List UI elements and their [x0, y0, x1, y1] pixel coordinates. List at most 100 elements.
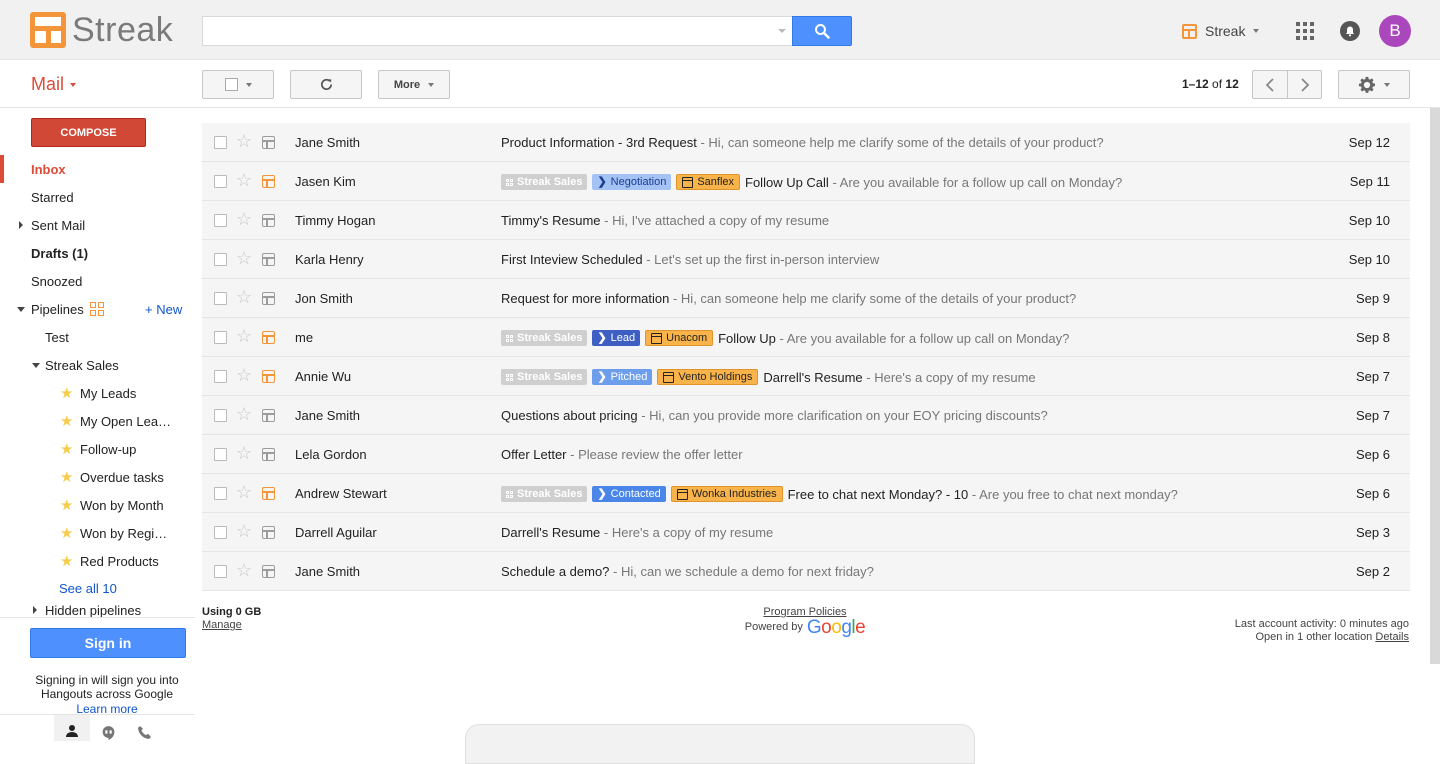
- table-row[interactable]: ☆ Lela Gordon Offer Letter - Please review…: [202, 435, 1410, 474]
- streak-logo[interactable]: Streak: [30, 11, 173, 49]
- streak-box-icon[interactable]: [262, 526, 275, 539]
- more-button[interactable]: More: [378, 70, 450, 99]
- box-chip[interactable]: Wonka Industries: [670, 486, 783, 502]
- details-link[interactable]: Details: [1375, 631, 1409, 643]
- sidebar-item-inbox[interactable]: Inbox: [0, 155, 195, 183]
- table-row[interactable]: ☆ me Streak Sales ❯ Lead Unacom Follow Up - Ar…: [202, 318, 1410, 357]
- stage-chip[interactable]: ❯ Lead: [592, 330, 641, 346]
- table-row[interactable]: ☆ Jon Smith Request for more information -…: [202, 279, 1410, 318]
- box-chip[interactable]: Vento Holdings: [657, 369, 759, 385]
- star-icon[interactable]: ☆: [236, 210, 252, 228]
- streak-box-icon[interactable]: [262, 136, 275, 149]
- settings-button[interactable]: [1338, 70, 1410, 99]
- search-options-caret-icon[interactable]: [778, 29, 786, 33]
- sidebar-item-drafts[interactable]: Drafts (1): [0, 239, 195, 267]
- sidebar-item-snoozed[interactable]: Snoozed: [0, 267, 195, 295]
- sidebar-item-starred[interactable]: Starred: [0, 183, 195, 211]
- search-input[interactable]: [203, 17, 792, 45]
- search-button[interactable]: [792, 16, 852, 46]
- scrollbar[interactable]: [1430, 108, 1440, 664]
- star-icon[interactable]: ☆: [236, 366, 252, 384]
- star-icon[interactable]: ☆: [236, 405, 252, 423]
- phone-tab[interactable]: [126, 715, 162, 741]
- star-icon[interactable]: ☆: [236, 522, 252, 540]
- pipeline-chip[interactable]: Streak Sales: [501, 369, 588, 385]
- older-button[interactable]: [1287, 70, 1322, 99]
- row-checkbox[interactable]: [214, 565, 227, 578]
- sidebar-item-sent-mail[interactable]: Sent Mail: [0, 211, 195, 239]
- refresh-button[interactable]: [290, 70, 362, 99]
- sidebar-item-pipeline-streak-sales[interactable]: Streak Sales: [0, 351, 195, 379]
- sidebar-item-pipeline-test[interactable]: Test: [0, 323, 195, 351]
- row-checkbox[interactable]: [214, 175, 227, 188]
- streak-box-icon[interactable]: [262, 175, 275, 188]
- row-checkbox[interactable]: [214, 292, 227, 305]
- streak-box-icon[interactable]: [262, 331, 275, 344]
- saved-view-item[interactable]: ★ Won by Month: [0, 491, 195, 519]
- table-row[interactable]: ☆ Jane Smith Schedule a demo? - Hi, can we…: [202, 552, 1410, 591]
- select-all-button[interactable]: [202, 70, 274, 99]
- row-checkbox[interactable]: [214, 370, 227, 383]
- chat-dock[interactable]: [465, 724, 975, 764]
- pipeline-chip[interactable]: Streak Sales: [501, 486, 588, 502]
- streak-box-icon[interactable]: [262, 487, 275, 500]
- streak-box-icon[interactable]: [262, 409, 275, 422]
- contacts-tab[interactable]: [54, 715, 90, 741]
- table-row[interactable]: ☆ Timmy Hogan Timmy's Resume - Hi, I've at…: [202, 201, 1410, 240]
- stage-chip[interactable]: ❯ Contacted: [592, 486, 666, 502]
- streak-box-icon[interactable]: [262, 370, 275, 383]
- pipeline-chip[interactable]: Streak Sales: [501, 330, 588, 346]
- apps-grid-icon[interactable]: [1296, 22, 1314, 40]
- row-checkbox[interactable]: [214, 136, 227, 149]
- box-chip[interactable]: Sanflex: [676, 174, 741, 190]
- row-checkbox[interactable]: [214, 409, 227, 422]
- saved-view-item[interactable]: ★ Follow-up: [0, 435, 195, 463]
- star-icon[interactable]: ☆: [236, 444, 252, 462]
- sidebar-item-hidden-pipelines[interactable]: Hidden pipelines: [0, 602, 195, 618]
- pipeline-chip[interactable]: Streak Sales: [501, 174, 588, 190]
- saved-view-item[interactable]: ★ My Leads: [0, 379, 195, 407]
- see-all-views[interactable]: See all 10: [0, 574, 195, 602]
- see-all-link[interactable]: See all 10: [59, 581, 117, 596]
- saved-view-item[interactable]: ★ Won by Regi…: [0, 519, 195, 547]
- expand-arrow-icon[interactable]: [19, 221, 23, 229]
- row-checkbox[interactable]: [214, 214, 227, 227]
- star-icon[interactable]: ☆: [236, 132, 252, 150]
- streak-box-icon[interactable]: [262, 214, 275, 227]
- star-icon[interactable]: ☆: [236, 249, 252, 267]
- saved-view-item[interactable]: ★ Red Products: [0, 547, 195, 575]
- stage-chip[interactable]: ❯ Negotiation: [592, 174, 672, 190]
- collapse-arrow-icon[interactable]: [17, 306, 25, 312]
- streak-box-icon[interactable]: [262, 253, 275, 266]
- select-all-checkbox[interactable]: [224, 78, 238, 91]
- star-icon[interactable]: ☆: [236, 483, 252, 501]
- compose-button[interactable]: COMPOSE: [31, 118, 146, 147]
- row-checkbox[interactable]: [214, 448, 227, 461]
- table-row[interactable]: ☆ Jasen Kim Streak Sales ❯ Negotiation Sanfle…: [202, 162, 1410, 201]
- row-checkbox[interactable]: [214, 526, 227, 539]
- hangouts-tab[interactable]: [90, 715, 126, 741]
- row-checkbox[interactable]: [214, 487, 227, 500]
- streak-box-icon[interactable]: [262, 448, 275, 461]
- collapse-arrow-icon[interactable]: [32, 362, 40, 368]
- table-row[interactable]: ☆ Darrell Aguilar Darrell's Resume - Here'…: [202, 513, 1410, 552]
- table-row[interactable]: ☆ Annie Wu Streak Sales ❯ Pitched Vento Holdi…: [202, 357, 1410, 396]
- star-icon[interactable]: ☆: [236, 561, 252, 579]
- new-pipeline-link[interactable]: + New: [145, 302, 182, 317]
- box-chip[interactable]: Unacom: [645, 330, 714, 346]
- stage-chip[interactable]: ❯ Pitched: [592, 369, 653, 385]
- table-row[interactable]: ☆ Jane Smith Product Information - 3rd Req…: [202, 123, 1410, 162]
- search-box[interactable]: [202, 16, 792, 46]
- star-icon[interactable]: ☆: [236, 171, 252, 189]
- table-row[interactable]: ☆ Andrew Stewart Streak Sales ❯ Contacted Won…: [202, 474, 1410, 513]
- star-icon[interactable]: ☆: [236, 327, 252, 345]
- table-row[interactable]: ☆ Karla Henry First Inteview Scheduled - L…: [202, 240, 1410, 279]
- notifications-bell-icon[interactable]: [1340, 21, 1360, 41]
- sign-in-button[interactable]: Sign in: [30, 628, 186, 658]
- saved-view-item[interactable]: ★ Overdue tasks: [0, 463, 195, 491]
- expand-arrow-icon[interactable]: [33, 606, 37, 614]
- mail-switcher[interactable]: Mail: [31, 74, 77, 95]
- newer-button[interactable]: [1252, 70, 1288, 99]
- star-icon[interactable]: ☆: [236, 288, 252, 306]
- streak-box-icon[interactable]: [262, 565, 275, 578]
